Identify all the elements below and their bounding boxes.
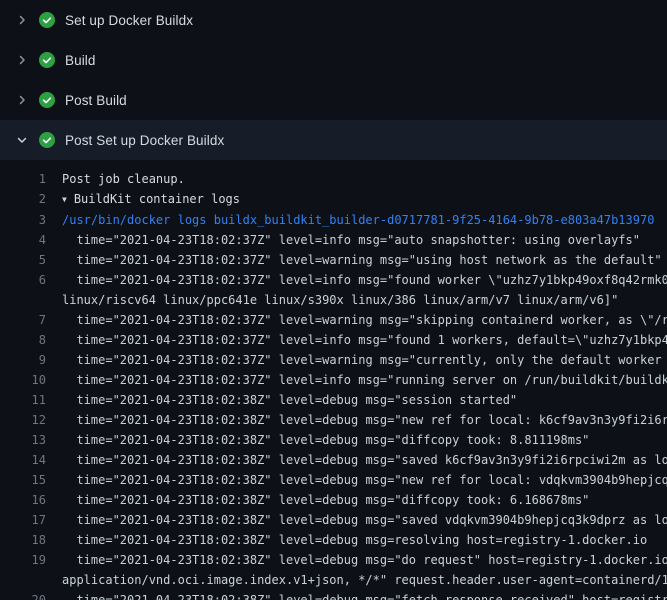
- log-line-text: time="2021-04-23T18:02:37Z" level=info m…: [62, 230, 667, 250]
- log-line-text: time="2021-04-23T18:02:38Z" level=debug …: [62, 530, 667, 550]
- log-line-number[interactable]: 8: [0, 330, 46, 350]
- log-line: 9 time="2021-04-23T18:02:37Z" level=warn…: [0, 350, 667, 370]
- log-line-number[interactable]: 4: [0, 230, 46, 250]
- chevron-right-icon[interactable]: [14, 12, 30, 28]
- workflow-log-viewer: Set up Docker Buildx Build Post Buil: [0, 0, 667, 600]
- log-line-number[interactable]: 3: [0, 210, 46, 230]
- log-line: 16 time="2021-04-23T18:02:38Z" level=deb…: [0, 490, 667, 510]
- log-line-text: time="2021-04-23T18:02:38Z" level=debug …: [62, 510, 667, 530]
- log-line: 12 time="2021-04-23T18:02:38Z" level=deb…: [0, 410, 667, 430]
- log-line-text: time="2021-04-23T18:02:37Z" level=info m…: [62, 330, 667, 350]
- log-line: 8 time="2021-04-23T18:02:37Z" level=info…: [0, 330, 667, 350]
- log-line-text: time="2021-04-23T18:02:37Z" level=info m…: [62, 370, 667, 390]
- log-line-number[interactable]: 18: [0, 530, 46, 550]
- log-line-text: time="2021-04-23T18:02:38Z" level=debug …: [62, 590, 667, 600]
- log-line-text: /usr/bin/docker logs buildx_buildkit_bui…: [62, 210, 667, 230]
- log-line: 6 time="2021-04-23T18:02:37Z" level=info…: [0, 270, 667, 310]
- log-line: 17 time="2021-04-23T18:02:38Z" level=deb…: [0, 510, 667, 530]
- log-line-number[interactable]: 6: [0, 270, 46, 290]
- log-line-number[interactable]: 7: [0, 310, 46, 330]
- step-sections: Set up Docker Buildx Build Post Buil: [0, 0, 667, 160]
- log-line-text: time="2021-04-23T18:02:38Z" level=debug …: [62, 410, 667, 430]
- log-line-text: time="2021-04-23T18:02:38Z" level=debug …: [62, 430, 667, 450]
- log-line-text: time="2021-04-23T18:02:37Z" level=warnin…: [62, 350, 667, 370]
- log-line-text: time="2021-04-23T18:02:37Z" level=warnin…: [62, 250, 667, 270]
- log-line-number[interactable]: 13: [0, 430, 46, 450]
- step-section-label: Post Build: [65, 93, 127, 108]
- log-line-number[interactable]: 19: [0, 550, 46, 570]
- log-line: 18 time="2021-04-23T18:02:38Z" level=deb…: [0, 530, 667, 550]
- log-line: 10 time="2021-04-23T18:02:37Z" level=inf…: [0, 370, 667, 390]
- log-line-number[interactable]: 9: [0, 350, 46, 370]
- log-line: 19 time="2021-04-23T18:02:38Z" level=deb…: [0, 550, 667, 590]
- log-line-text: time="2021-04-23T18:02:37Z" level=warnin…: [62, 310, 667, 330]
- log-line-number[interactable]: 14: [0, 450, 46, 470]
- log-line: 14 time="2021-04-23T18:02:38Z" level=deb…: [0, 450, 667, 470]
- log-line-text: ▼ BuildKit container logs: [62, 189, 667, 210]
- step-section-header[interactable]: Post Build: [0, 80, 667, 120]
- chevron-down-icon[interactable]: [14, 132, 30, 148]
- log-line-number[interactable]: 11: [0, 390, 46, 410]
- step-section-label: Set up Docker Buildx: [65, 13, 193, 28]
- log-line-number[interactable]: 12: [0, 410, 46, 430]
- step-section-header[interactable]: Build: [0, 40, 667, 80]
- chevron-right-icon[interactable]: [14, 52, 30, 68]
- step-section-header[interactable]: Post Set up Docker Buildx: [0, 120, 667, 160]
- log-line: 4 time="2021-04-23T18:02:37Z" level=info…: [0, 230, 667, 250]
- log-line-text: time="2021-04-23T18:02:38Z" level=debug …: [62, 390, 667, 410]
- log-line: 5 time="2021-04-23T18:02:37Z" level=warn…: [0, 250, 667, 270]
- log-body: 1 Post job cleanup. 2 ▼ BuildKit containe…: [0, 160, 667, 600]
- log-line-text: time="2021-04-23T18:02:38Z" level=debug …: [62, 550, 667, 590]
- log-line-text: time="2021-04-23T18:02:38Z" level=debug …: [62, 470, 667, 490]
- group-label[interactable]: BuildKit container logs: [74, 192, 240, 206]
- log-line-number[interactable]: 17: [0, 510, 46, 530]
- check-circle-icon: [39, 92, 55, 108]
- step-section-header[interactable]: Set up Docker Buildx: [0, 0, 667, 40]
- log-line-number[interactable]: 5: [0, 250, 46, 270]
- chevron-right-icon[interactable]: [14, 92, 30, 108]
- log-line: 13 time="2021-04-23T18:02:38Z" level=deb…: [0, 430, 667, 450]
- log-line: 7 time="2021-04-23T18:02:37Z" level=warn…: [0, 310, 667, 330]
- log-line: 11 time="2021-04-23T18:02:38Z" level=deb…: [0, 390, 667, 410]
- log-line-number[interactable]: 10: [0, 370, 46, 390]
- log-line: 20 time="2021-04-23T18:02:38Z" level=deb…: [0, 590, 667, 600]
- log-line-number[interactable]: 20: [0, 590, 46, 600]
- step-section-label: Post Set up Docker Buildx: [65, 133, 224, 148]
- log-line: 15 time="2021-04-23T18:02:38Z" level=deb…: [0, 470, 667, 490]
- step-section-label: Build: [65, 53, 96, 68]
- log-line-text: time="2021-04-23T18:02:38Z" level=debug …: [62, 490, 667, 510]
- log-line: 3 /usr/bin/docker logs buildx_buildkit_b…: [0, 210, 667, 230]
- log-line: 1 Post job cleanup.: [0, 169, 667, 189]
- log-line-text: Post job cleanup.: [62, 169, 667, 189]
- check-circle-icon: [39, 52, 55, 68]
- log-line-number[interactable]: 15: [0, 470, 46, 490]
- check-circle-icon: [39, 12, 55, 28]
- log-line-text: time="2021-04-23T18:02:38Z" level=debug …: [62, 450, 667, 470]
- log-line-number[interactable]: 2: [0, 189, 46, 209]
- log-line-text: time="2021-04-23T18:02:37Z" level=info m…: [62, 270, 667, 310]
- log-line-number[interactable]: 16: [0, 490, 46, 510]
- log-line: 2 ▼ BuildKit container logs: [0, 189, 667, 210]
- log-line-number[interactable]: 1: [0, 169, 46, 189]
- group-toggle-icon[interactable]: ▼: [62, 190, 67, 210]
- check-circle-icon: [39, 132, 55, 148]
